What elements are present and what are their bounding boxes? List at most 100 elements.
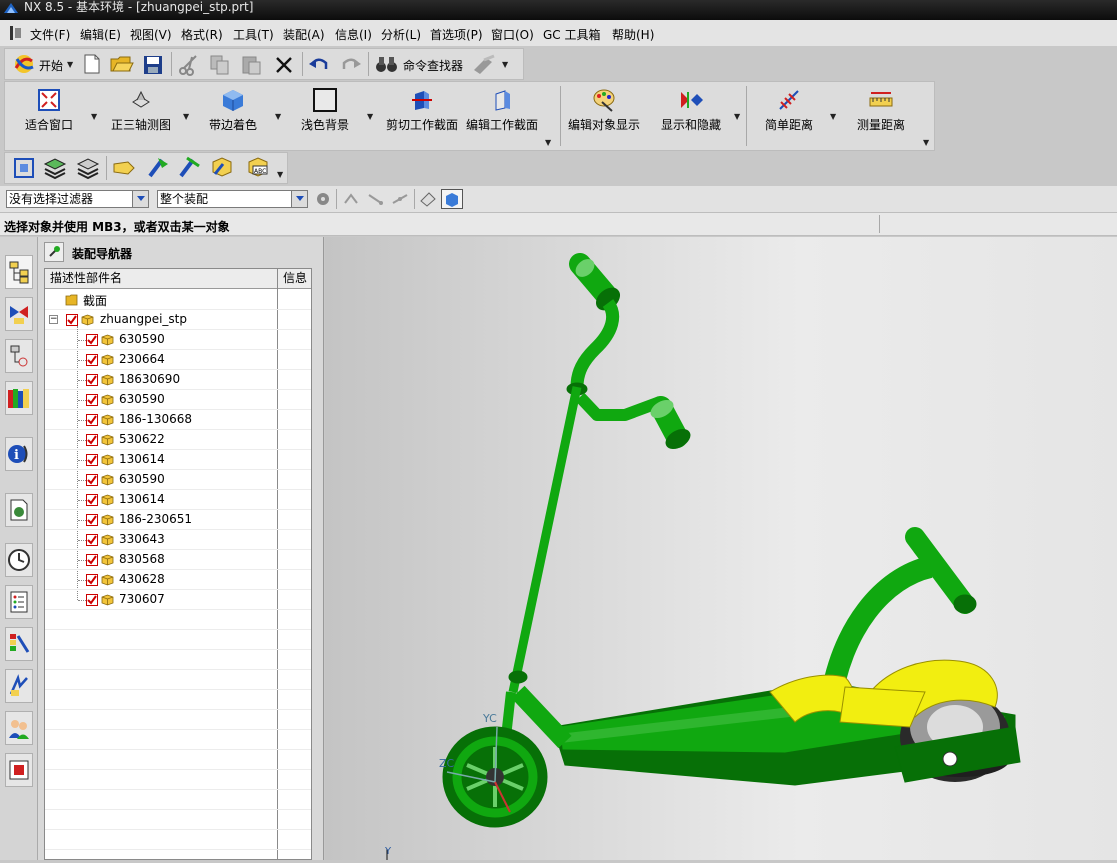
- visibility-checkbox[interactable]: [86, 494, 98, 506]
- tree-node-component[interactable]: 530622: [45, 430, 311, 450]
- visibility-checkbox[interactable]: [86, 554, 98, 566]
- simple-distance-button[interactable]: 简单距离: [754, 84, 824, 148]
- toolbar-options-arrow-icon[interactable]: ▼: [502, 60, 508, 69]
- light-background-button[interactable]: 浅色背景: [290, 84, 360, 148]
- delete-icon[interactable]: [274, 55, 294, 75]
- visibility-checkbox[interactable]: [86, 334, 98, 346]
- undo-icon[interactable]: [308, 55, 330, 73]
- menu-preferences[interactable]: 首选项(P): [430, 26, 483, 43]
- reuse-library-tab[interactable]: [5, 381, 33, 415]
- visibility-checkbox[interactable]: [86, 574, 98, 586]
- tree-node-component[interactable]: 630590: [45, 390, 311, 410]
- tree-node-component[interactable]: 730607: [45, 590, 311, 610]
- visibility-checkbox[interactable]: [66, 314, 78, 326]
- menu-edit[interactable]: 编辑(E): [80, 26, 121, 43]
- pin-button[interactable]: [44, 242, 64, 262]
- fit-window-button[interactable]: 适合窗口: [14, 84, 84, 148]
- tree-node-component[interactable]: 430628: [45, 570, 311, 590]
- tree-node-component[interactable]: 186-230651: [45, 510, 311, 530]
- trimetric-button[interactable]: 正三轴测图: [104, 84, 178, 148]
- tag-icon[interactable]: [112, 158, 136, 178]
- menu-gc-toolbox[interactable]: GC 工具箱: [543, 26, 601, 43]
- role-icon[interactable]: [472, 54, 496, 76]
- select-box-toggle[interactable]: [441, 189, 463, 209]
- tree-node-component[interactable]: 630590: [45, 330, 311, 350]
- visibility-checkbox[interactable]: [86, 374, 98, 386]
- copy-icon[interactable]: [209, 54, 231, 76]
- tree-node-root[interactable]: − zhuangpei_stp: [45, 310, 311, 330]
- attribute-cube-icon[interactable]: ABC: [245, 154, 271, 180]
- simple-distance-dropdown-icon[interactable]: ▼: [830, 112, 836, 121]
- layer-settings-icon[interactable]: [75, 156, 101, 180]
- shaded-dropdown-icon[interactable]: ▼: [275, 112, 281, 121]
- tree-node-component[interactable]: 130614: [45, 450, 311, 470]
- visibility-checkbox[interactable]: [86, 434, 98, 446]
- show-hide-button[interactable]: 显示和隐藏: [656, 84, 726, 148]
- visibility-checkbox[interactable]: [86, 454, 98, 466]
- edit-work-section-button[interactable]: 编辑工作截面: [463, 84, 541, 148]
- trimetric-dropdown-icon[interactable]: ▼: [183, 112, 189, 121]
- tree-node-component[interactable]: 630590: [45, 470, 311, 490]
- component-edit-icon[interactable]: [177, 154, 203, 180]
- start-menu-label[interactable]: 开始: [39, 57, 63, 74]
- chevron-down-icon[interactable]: [291, 191, 307, 207]
- column-header-info[interactable]: 信息: [278, 269, 311, 289]
- visibility-checkbox[interactable]: [86, 534, 98, 546]
- web-browser-tab[interactable]: i: [5, 437, 33, 471]
- new-file-icon[interactable]: [83, 54, 101, 74]
- chevron-down-icon[interactable]: [132, 191, 148, 207]
- column-header-name[interactable]: 描述性部件名: [45, 269, 277, 289]
- menu-analysis[interactable]: 分析(L): [381, 26, 421, 43]
- menu-information[interactable]: 信息(I): [335, 26, 372, 43]
- visualization-tab[interactable]: [5, 627, 33, 661]
- fit-window-dropdown-icon[interactable]: ▼: [91, 112, 97, 121]
- cut-icon[interactable]: [178, 54, 200, 76]
- section-dropdown-icon[interactable]: ▼: [545, 138, 551, 147]
- menu-help[interactable]: 帮助(H): [612, 26, 654, 43]
- edit-object-display-button[interactable]: 编辑对象显示: [566, 84, 642, 148]
- collapse-toggle-icon[interactable]: −: [49, 315, 58, 324]
- column-clamp[interactable]: [508, 670, 528, 684]
- wave-link-icon[interactable]: [146, 154, 172, 180]
- tree-node-component[interactable]: 330643: [45, 530, 311, 550]
- measure-distance-button[interactable]: 测量距离: [846, 84, 916, 148]
- visibility-checkbox[interactable]: [86, 394, 98, 406]
- menu-file[interactable]: 文件(F): [30, 26, 70, 43]
- clock-tab[interactable]: [5, 543, 33, 577]
- part-navigator-tab[interactable]: [5, 339, 33, 373]
- assembly-toolbar-dropdown-icon[interactable]: ▼: [277, 170, 283, 179]
- visibility-checkbox[interactable]: [86, 474, 98, 486]
- menu-window[interactable]: 窗口(O): [491, 26, 534, 43]
- assembly-navigator-tab[interactable]: [5, 255, 33, 289]
- selection-scope-dropdown[interactable]: 整个装配: [157, 190, 308, 208]
- start-dropdown-arrow-icon[interactable]: ▼: [67, 60, 73, 69]
- tree-node-section[interactable]: 截面: [45, 290, 311, 310]
- scooter-model[interactable]: YC ZC Y: [325, 237, 1117, 860]
- clip-work-section-button[interactable]: 剪切工作截面: [383, 84, 461, 148]
- save-icon[interactable]: [143, 55, 163, 75]
- tree-node-component[interactable]: 830568: [45, 550, 311, 570]
- cube-replace-icon[interactable]: [209, 154, 235, 180]
- navigator-scroll-area[interactable]: [312, 268, 322, 860]
- menu-assembly[interactable]: 装配(A): [283, 26, 325, 43]
- history-tab[interactable]: [5, 493, 33, 527]
- constraint-navigator-tab[interactable]: [5, 297, 33, 331]
- visibility-checkbox[interactable]: [86, 414, 98, 426]
- start-icon[interactable]: [12, 53, 36, 75]
- system-scenes-tab[interactable]: [5, 753, 33, 787]
- assembly-load-icon[interactable]: [12, 156, 36, 180]
- tree-node-component[interactable]: 186-130668: [45, 410, 311, 430]
- layers-icon[interactable]: [42, 156, 68, 180]
- steering-column[interactable]: [508, 386, 582, 693]
- filter-settings-icon[interactable]: [314, 190, 332, 208]
- snap-point-icon[interactable]: [343, 191, 361, 207]
- snap-mid-icon[interactable]: [391, 191, 409, 207]
- background-dropdown-icon[interactable]: ▼: [367, 112, 373, 121]
- tree-node-component[interactable]: 18630690: [45, 370, 311, 390]
- show-hide-dropdown-icon[interactable]: ▼: [734, 112, 740, 121]
- tree-node-component[interactable]: 230664: [45, 350, 311, 370]
- process-studio-tab[interactable]: [5, 669, 33, 703]
- redo-icon[interactable]: [340, 55, 362, 73]
- menu-format[interactable]: 格式(R): [181, 26, 223, 43]
- graphics-window[interactable]: YC ZC Y: [325, 237, 1117, 860]
